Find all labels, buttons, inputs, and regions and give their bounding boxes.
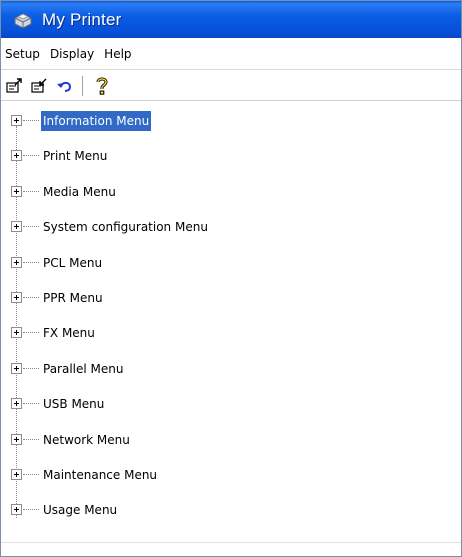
app-window: My Printer Setup Display Help Informatio… [0,0,462,557]
save-settings-icon[interactable] [29,75,51,97]
tree-node[interactable]: USB Menu [1,393,461,413]
tree-node[interactable]: System configuration Menu [1,216,461,236]
tree-node[interactable]: Information Menu [1,110,461,131]
tree-node[interactable]: Print Menu [1,145,461,165]
tree-node-label[interactable]: Parallel Menu [41,359,125,379]
tree-branch-line [23,297,39,298]
tree-branch-line [23,332,39,333]
expand-plus-icon[interactable] [11,115,22,126]
tree-branch-line [23,439,39,440]
expand-plus-icon[interactable] [11,150,22,161]
tree-node-label[interactable]: Information Menu [41,111,152,131]
tree-branch-line [23,262,39,263]
menu-setup[interactable]: Setup [3,47,45,61]
tree-branch-line [23,191,39,192]
help-icon[interactable] [91,75,113,97]
toolbar [1,71,461,101]
expand-plus-icon[interactable] [11,221,22,232]
tree-node[interactable]: FX Menu [1,322,461,342]
tree-branch-line [23,474,39,475]
expand-plus-icon[interactable] [11,504,22,515]
tree-node-label[interactable]: PCL Menu [41,253,104,273]
menu-tree: Information Menu Print Menu Media Menu Syst… [1,102,461,542]
expand-plus-icon[interactable] [11,398,22,409]
expand-plus-icon[interactable] [11,469,22,480]
printer-icon [12,10,34,30]
title-bar[interactable]: My Printer [1,1,461,38]
expand-plus-icon[interactable] [11,434,22,445]
window-title: My Printer [42,9,122,29]
expand-plus-icon[interactable] [11,186,22,197]
menu-bar: Setup Display Help [1,38,461,70]
tree-node[interactable]: Parallel Menu [1,358,461,378]
expand-plus-icon[interactable] [11,257,22,268]
undo-icon[interactable] [54,75,76,97]
tree-branch-line [23,509,39,510]
tree-branch-line [23,368,39,369]
tree-node[interactable]: Network Menu [1,429,461,449]
toolbar-separator [82,75,83,96]
tree-branch-line [23,226,39,227]
tree-node[interactable]: PPR Menu [1,287,461,307]
tree-node-label[interactable]: FX Menu [41,323,97,343]
tree-branch-line [23,120,39,121]
tree-node-label[interactable]: Print Menu [41,146,109,166]
tree-node[interactable]: Usage Menu [1,499,461,519]
menu-display[interactable]: Display [45,47,99,61]
expand-plus-icon[interactable] [11,292,22,303]
bottom-border [1,542,461,556]
tree-node[interactable]: PCL Menu [1,252,461,272]
tree-node-label[interactable]: Media Menu [41,182,118,202]
expand-plus-icon[interactable] [11,327,22,338]
tree-branch-line [23,155,39,156]
expand-plus-icon[interactable] [11,363,22,374]
tree-node[interactable]: Maintenance Menu [1,464,461,484]
tree-node-label[interactable]: System configuration Menu [41,217,210,237]
tree-node-label[interactable]: Maintenance Menu [41,465,159,485]
tree-branch-line [23,403,39,404]
tree-node-label[interactable]: USB Menu [41,394,106,414]
tree-node-label[interactable]: Usage Menu [41,500,119,520]
tree-node[interactable]: Media Menu [1,181,461,201]
tree-node-label[interactable]: Network Menu [41,430,132,450]
tree-node-label[interactable]: PPR Menu [41,288,105,308]
menu-help[interactable]: Help [99,47,136,61]
open-settings-icon[interactable] [4,75,26,97]
